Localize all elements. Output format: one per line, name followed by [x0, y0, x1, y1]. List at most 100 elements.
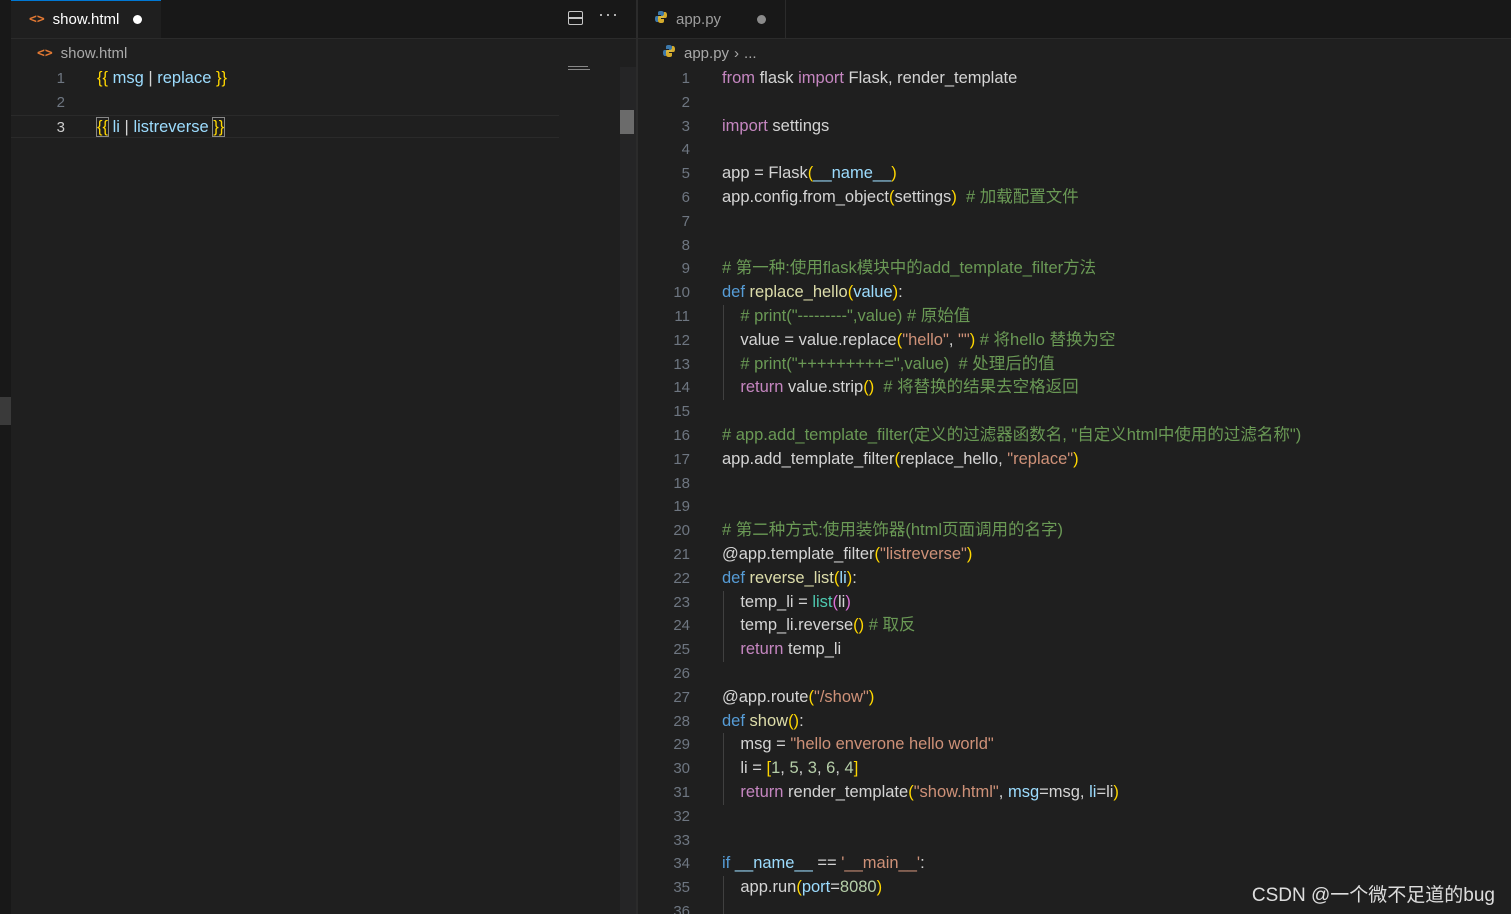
token: app = Flask [722, 164, 808, 183]
code-line[interactable]: 26 [638, 662, 1511, 686]
code-line[interactable]: 18 [638, 472, 1511, 496]
code-line[interactable]: 5 app = Flask(__name__) [638, 162, 1511, 186]
code-line[interactable]: 28 def show(): [638, 710, 1511, 734]
code-line[interactable]: 31 return render_template("show.html", m… [638, 781, 1511, 805]
code-line[interactable]: 6 app.config.from_object(settings) # 加载配置… [638, 186, 1511, 210]
left-editor-group: <> show.html ··· <> show.html 1 {{ msg | … [11, 0, 636, 914]
code-line[interactable]: 2 [638, 91, 1511, 115]
tab-show-html[interactable]: <> show.html [11, 0, 161, 38]
code-text: # app.add_template_filter(定义的过滤器函数名, "自定… [722, 424, 1301, 448]
unsaved-dot-icon[interactable] [133, 15, 143, 24]
token: # 第二种方式:使用装饰器(html页面调用的名字) [722, 521, 1064, 540]
code-line[interactable]: 12 value = value.replace("hello", "") # … [638, 329, 1511, 353]
code-line[interactable]: 33 [638, 829, 1511, 853]
token: Flask, render_template [843, 69, 1018, 87]
code-line[interactable]: 8 [638, 234, 1511, 258]
code-text: # 第一种:使用flask模块中的add_template_filter方法 [722, 257, 1096, 281]
token: flask [755, 69, 799, 87]
code-line[interactable]: 7 [638, 210, 1511, 234]
line-number: 29 [673, 736, 690, 754]
code-line[interactable]: 14 return value.strip() # 将替换的结果去空格返回 [638, 376, 1511, 400]
indent-guide [723, 305, 724, 401]
code-line[interactable]: 30 li = [1, 5, 3, 6, 4] [638, 757, 1511, 781]
token: 6 [826, 759, 836, 778]
breadcrumb-more[interactable]: ... [744, 45, 757, 62]
split-editor-icon[interactable] [568, 11, 583, 25]
code-line[interactable]: 10 def replace_hello(value): [638, 281, 1511, 305]
code-line[interactable]: 20 # 第二种方式:使用装饰器(html页面调用的名字) [638, 519, 1511, 543]
left-tab-bar: <> show.html ··· [11, 0, 636, 39]
code-line[interactable]: 4 [638, 138, 1511, 162]
code-line[interactable]: 3 import settings [638, 115, 1511, 139]
code-line[interactable]: 23 temp_li = list(li) [638, 591, 1511, 615]
token: ) [876, 878, 883, 897]
indent-guide [723, 876, 724, 914]
token: "show.html" [913, 782, 999, 801]
token: replace [157, 69, 212, 87]
token: ) [845, 592, 851, 611]
token: # 将hello 替换为空 [979, 330, 1116, 349]
token: msg = [722, 735, 791, 754]
code-line[interactable]: 27 @app.route("/show") [638, 686, 1511, 710]
code-area[interactable]: 1 {{ msg | replace }} 2 3 {{ li | listrevers… [11, 67, 636, 139]
breadcrumb[interactable]: <> show.html [37, 40, 127, 66]
token: show [749, 711, 789, 730]
line-number: 22 [673, 569, 690, 587]
code-line[interactable]: 15 [638, 400, 1511, 424]
token: 4 [844, 759, 854, 778]
line-number: 36 [673, 902, 690, 914]
code-line[interactable]: 22 def reverse_list(li): [638, 567, 1511, 591]
code-text: # print("+++++++++=",value) # 处理后的值 [722, 353, 1055, 377]
minimap[interactable] [566, 65, 590, 71]
code-line[interactable]: 11 # print("---------",value) # 原始值 [638, 305, 1511, 329]
scrollbar-thumb[interactable] [620, 110, 634, 134]
breadcrumb[interactable]: app.py › ... [662, 40, 757, 66]
token: "hello enverone hello world" [790, 735, 994, 754]
code-line[interactable]: 17 app.add_template_filter(replace_hello,… [638, 448, 1511, 472]
code-line[interactable]: 9 # 第一种:使用flask模块中的add_template_filter方法 [638, 257, 1511, 281]
code-line[interactable]: 21 @app.template_filter("listreverse") [638, 543, 1511, 567]
token: li [112, 117, 120, 136]
code-line[interactable]: 13 # print("+++++++++=",value) # 处理后的值 [638, 353, 1511, 377]
code-area[interactable]: 1 from flask import Flask, render_templat… [638, 67, 1511, 914]
token: "replace" [1007, 449, 1074, 468]
token: @app.route [722, 687, 809, 706]
token: # print("---------",value) # 原始值 [740, 306, 971, 325]
code-line[interactable]: 16 # app.add_template_filter(定义的过滤器函数名, "… [638, 424, 1511, 448]
code-line[interactable]: 1 from flask import Flask, render_templat… [638, 67, 1511, 91]
more-actions-icon[interactable]: ··· [598, 4, 619, 25]
token: 3 [807, 759, 817, 778]
code-line[interactable]: 2 [11, 91, 636, 115]
code-line[interactable]: 32 [638, 805, 1511, 829]
unsaved-dot-icon[interactable] [757, 14, 767, 24]
token: =li [1096, 782, 1114, 801]
line-number: 8 [681, 236, 690, 254]
code-text: if __name__ == '__main__': [722, 852, 925, 876]
line-number: 2 [56, 93, 65, 111]
token: () [788, 711, 800, 730]
indent-guide [723, 590, 724, 662]
token: app.add_template_filter [722, 449, 895, 468]
token: | [143, 69, 158, 87]
code-line[interactable]: 34 if __name__ == '__main__': [638, 852, 1511, 876]
tab-app-py[interactable]: app.py [638, 0, 786, 38]
line-number: 11 [674, 307, 690, 325]
line-number: 3 [56, 118, 65, 136]
token: @app.template_filter [722, 544, 875, 563]
token: return [740, 782, 784, 801]
line-number: 6 [681, 188, 690, 206]
line-number: 21 [673, 545, 690, 563]
vertical-scrollbar[interactable] [620, 67, 636, 914]
token: "hello" [902, 330, 949, 349]
code-line[interactable]: 25 return temp_li [638, 638, 1511, 662]
code-line[interactable]: 29 msg = "hello enverone hello world" [638, 733, 1511, 757]
breadcrumb-file: app.py [684, 44, 730, 62]
code-line[interactable]: 19 [638, 495, 1511, 519]
token: msg [112, 69, 144, 87]
code-line[interactable]: 3 {{ li | listreverse }} [11, 114, 559, 139]
token: # print("+++++++++=",value) # 处理后的值 [740, 354, 1055, 373]
code-line[interactable]: 1 {{ msg | replace }} [11, 67, 636, 91]
line-number: 20 [673, 522, 690, 540]
code-line[interactable]: 24 temp_li.reverse() # 取反 [638, 614, 1511, 638]
